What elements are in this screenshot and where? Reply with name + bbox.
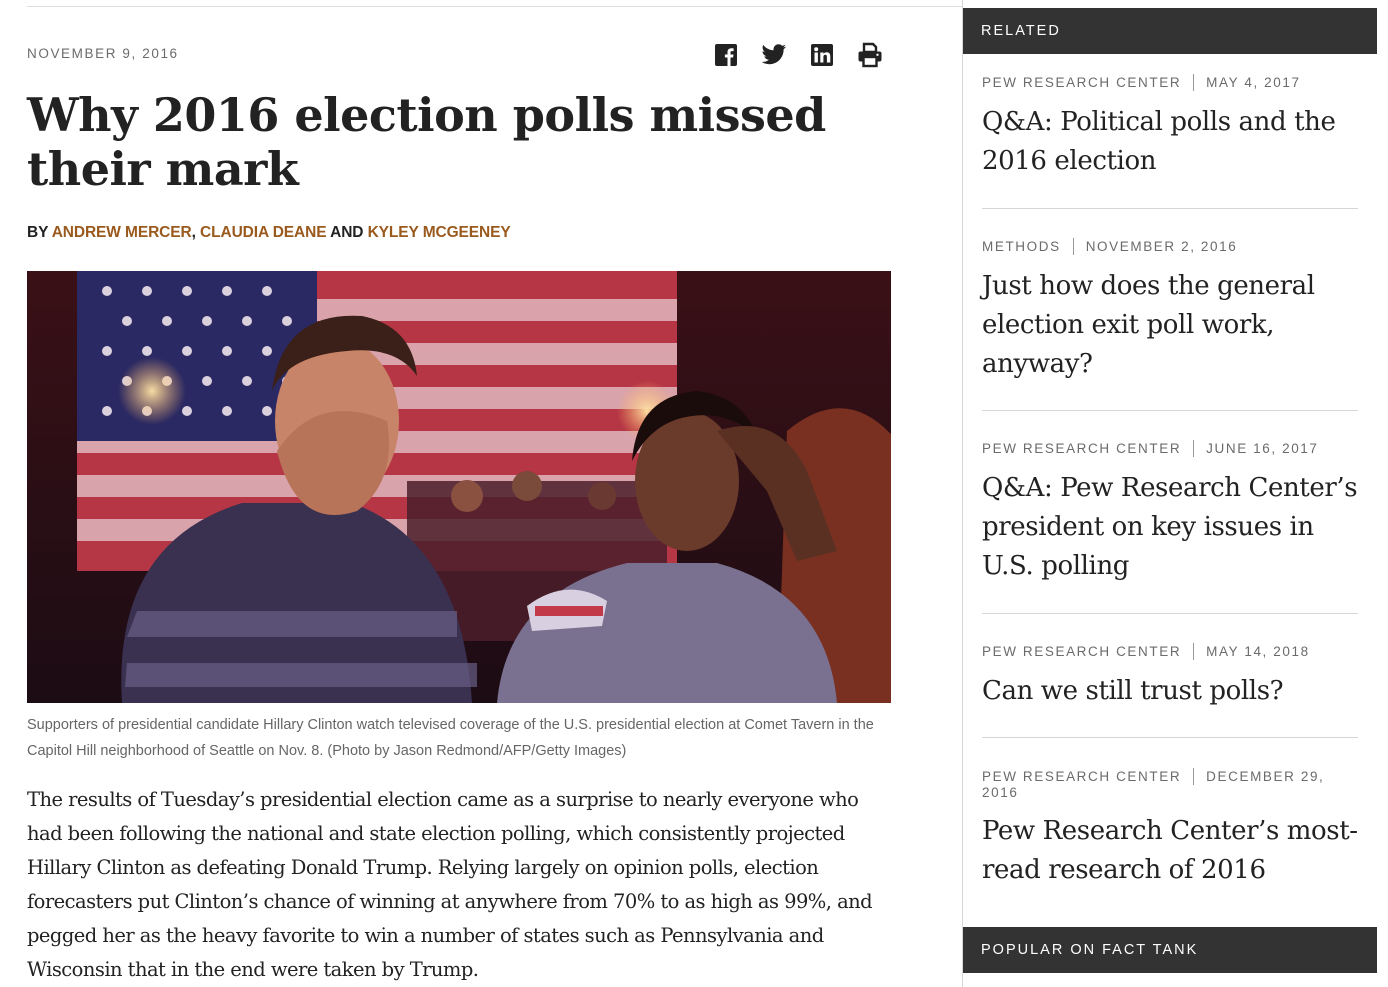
author-link[interactable]: ANDREW MERCER [52, 224, 192, 241]
related-meta: PEW RESEARCH CENTER JUNE 16, 2017 [982, 440, 1358, 457]
related-date: JUNE 16, 2017 [1206, 441, 1319, 456]
article-body-paragraph: The results of Tuesday’s presidential el… [27, 788, 873, 981]
twitter-icon[interactable] [758, 40, 790, 70]
related-title-link[interactable]: Just how does the general election exit … [982, 267, 1358, 384]
author-link[interactable]: CLAUDIA DEANE [200, 224, 327, 241]
byline: BY ANDREW MERCER, CLAUDIA DEANE AND KYLE… [27, 224, 511, 242]
divider [982, 613, 1358, 614]
linkedin-icon[interactable] [806, 40, 838, 70]
related-category: PEW RESEARCH CENTER [982, 769, 1182, 784]
author-link[interactable]: KYLEY MCGEENEY [368, 224, 511, 241]
article-date: NOVEMBER 9, 2016 [27, 46, 179, 61]
sidebar: RELATED PEW RESEARCH CENTER MAY 4, 2017 Q… [962, 0, 1377, 987]
related-category: METHODS [982, 239, 1061, 254]
meta-separator [1193, 74, 1195, 91]
divider [982, 208, 1358, 209]
related-meta: PEW RESEARCH CENTER MAY 14, 2018 [982, 643, 1358, 660]
top-divider [27, 6, 962, 7]
related-item[interactable]: PEW RESEARCH CENTER MAY 14, 2018 Can we s… [982, 643, 1358, 711]
divider [982, 737, 1358, 738]
print-icon[interactable] [854, 40, 886, 70]
related-meta: PEW RESEARCH CENTER DECEMBER 29, 2016 [982, 768, 1358, 800]
meta-separator [1193, 768, 1195, 785]
related-item[interactable]: METHODS NOVEMBER 2, 2016 Just how does th… [982, 238, 1358, 384]
related-title-link[interactable]: Q&A: Pew Research Center’s president on … [982, 469, 1358, 586]
related-item[interactable]: PEW RESEARCH CENTER JUNE 16, 2017 Q&A: Pe… [982, 440, 1358, 586]
related-category: PEW RESEARCH CENTER [982, 644, 1182, 659]
related-meta: PEW RESEARCH CENTER MAY 4, 2017 [982, 74, 1358, 91]
related-item[interactable]: PEW RESEARCH CENTER DECEMBER 29, 2016 Pew… [982, 768, 1358, 890]
related-category: PEW RESEARCH CENTER [982, 441, 1182, 456]
facebook-icon[interactable] [710, 40, 742, 70]
related-date: MAY 14, 2018 [1206, 644, 1310, 659]
article-headline: Why 2016 election polls missed their mar… [27, 88, 826, 196]
related-title-link[interactable]: Can we still trust polls? [982, 672, 1358, 711]
byline-separator: AND [326, 224, 368, 241]
share-bar [710, 40, 886, 70]
byline-separator: , [191, 224, 201, 241]
article-photo [27, 271, 891, 703]
related-item[interactable]: PEW RESEARCH CENTER MAY 4, 2017 Q&A: Poli… [982, 74, 1358, 181]
divider [982, 410, 1358, 411]
meta-separator [1072, 238, 1074, 255]
related-category: PEW RESEARCH CENTER [982, 75, 1182, 90]
related-title-link[interactable]: Q&A: Political polls and the 2016 electi… [982, 103, 1358, 181]
meta-separator [1193, 440, 1195, 457]
byline-prefix: BY [27, 224, 52, 241]
related-heading: RELATED [963, 8, 1377, 54]
related-date: MAY 4, 2017 [1206, 75, 1301, 90]
related-meta: METHODS NOVEMBER 2, 2016 [982, 238, 1358, 255]
related-title-link[interactable]: Pew Research Center’s most-read research… [982, 812, 1358, 890]
photo-caption: Supporters of presidential candidate Hil… [27, 717, 874, 759]
related-date: NOVEMBER 2, 2016 [1085, 239, 1238, 254]
popular-heading: POPULAR ON FACT TANK [963, 927, 1377, 973]
meta-separator [1193, 643, 1195, 660]
